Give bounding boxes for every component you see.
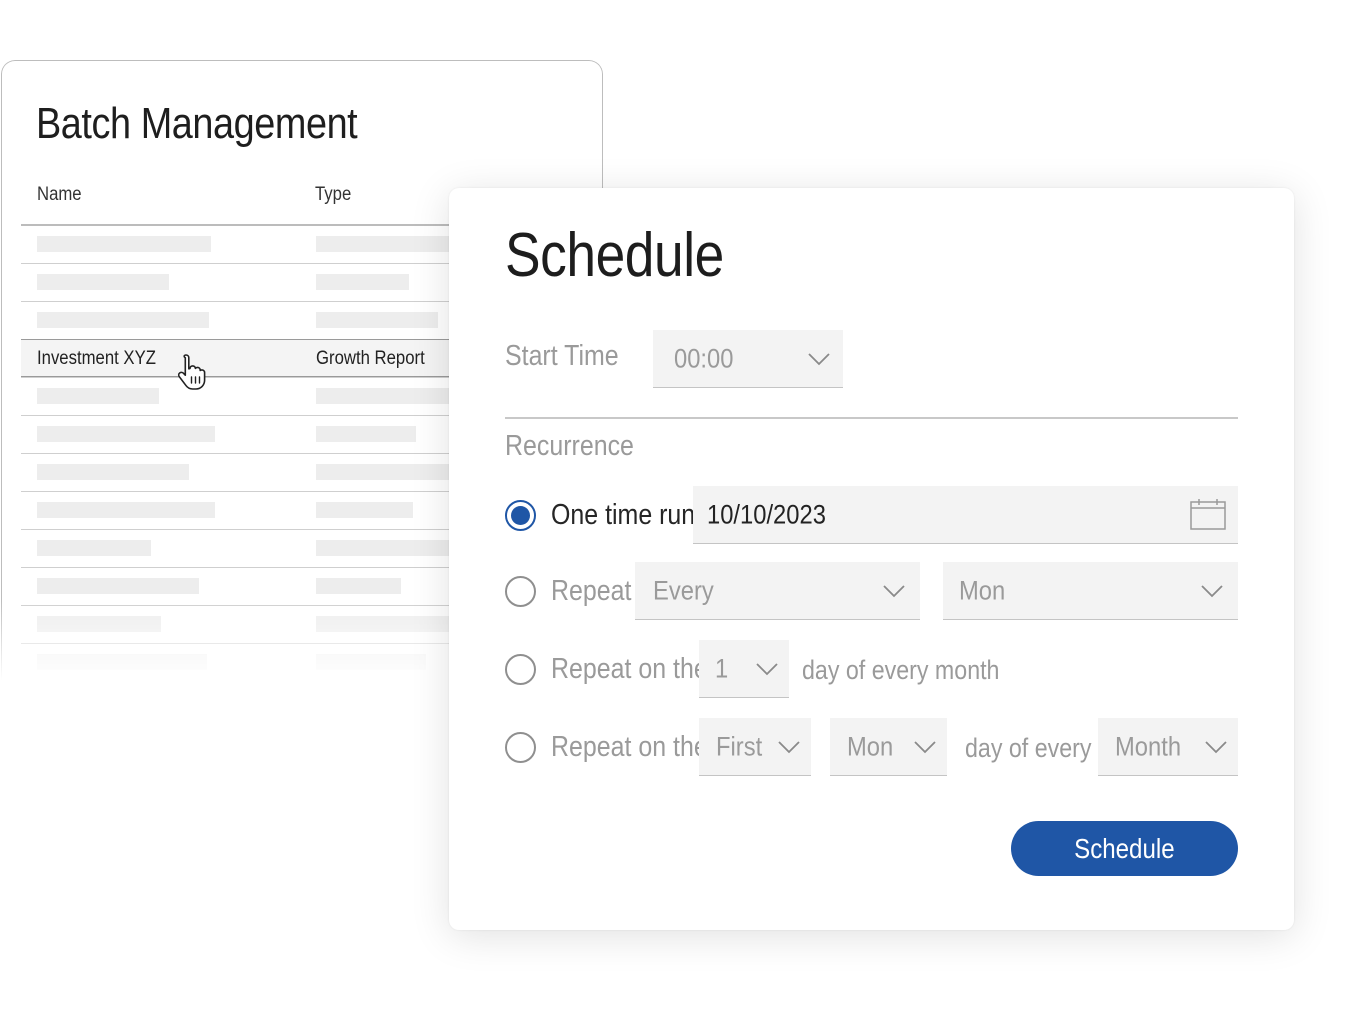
day-of-every-text: day of every — [965, 733, 1092, 763]
one-time-date-value: 10/10/2023 — [707, 499, 826, 529]
placeholder-cell — [37, 502, 215, 518]
repeat-day-of-month-label[interactable]: Repeat on the — [551, 653, 708, 686]
placeholder-cell — [37, 616, 161, 632]
weekday-select[interactable]: Mon — [830, 718, 947, 776]
column-header-type[interactable]: Type — [315, 184, 351, 206]
schedule-button-label: Schedule — [1074, 832, 1175, 864]
placeholder-cell — [316, 312, 438, 328]
repeat-frequency-select[interactable]: Every — [635, 562, 920, 620]
chevron-down-icon — [883, 584, 905, 597]
schedule-title: Schedule — [505, 221, 724, 290]
section-divider — [505, 417, 1238, 419]
repeat-radio[interactable] — [505, 576, 536, 607]
period-value: Month — [1115, 731, 1182, 761]
placeholder-cell — [316, 426, 416, 442]
placeholder-cell — [316, 654, 426, 670]
chevron-down-icon — [808, 352, 830, 365]
repeat-weekday-label[interactable]: Repeat on the — [551, 731, 708, 764]
weekday-value: Mon — [847, 731, 894, 761]
column-header-name[interactable]: Name — [37, 184, 82, 206]
placeholder-cell — [37, 274, 169, 290]
placeholder-cell — [37, 464, 189, 480]
placeholder-cell — [316, 274, 409, 290]
repeat-day-value: Mon — [959, 575, 1006, 605]
placeholder-cell — [37, 312, 209, 328]
repeat-label[interactable]: Repeat — [551, 575, 631, 608]
placeholder-cell — [37, 388, 159, 404]
chevron-down-icon — [1205, 740, 1227, 753]
repeat-weekday-radio[interactable] — [505, 732, 536, 763]
chevron-down-icon — [1201, 584, 1223, 597]
chevron-down-icon — [914, 740, 936, 753]
ordinal-value: First — [716, 731, 763, 761]
batch-management-title: Batch Management — [36, 99, 358, 148]
day-of-every-month-text: day of every month — [802, 655, 1000, 685]
day-of-month-value: 1 — [715, 653, 729, 683]
start-time-value: 00:00 — [674, 343, 734, 373]
one-time-run-radio[interactable] — [505, 500, 536, 531]
placeholder-cell — [37, 578, 199, 594]
repeat-frequency-value: Every — [653, 575, 714, 605]
one-time-date-input[interactable]: 10/10/2023 — [693, 486, 1238, 544]
row-type: Growth Report — [316, 348, 425, 369]
calendar-icon[interactable] — [1190, 498, 1226, 530]
placeholder-cell — [37, 654, 207, 670]
start-time-label: Start Time — [505, 340, 619, 372]
day-of-month-select[interactable]: 1 — [699, 640, 789, 698]
chevron-down-icon — [756, 662, 778, 675]
placeholder-cell — [316, 578, 401, 594]
start-time-select[interactable]: 00:00 — [653, 330, 843, 388]
schedule-button[interactable]: Schedule — [1011, 821, 1238, 876]
row-name: Investment XYZ — [37, 348, 156, 369]
recurrence-label: Recurrence — [505, 430, 634, 462]
period-select[interactable]: Month — [1098, 718, 1238, 776]
placeholder-cell — [37, 236, 211, 252]
schedule-dialog: Schedule Start Time 00:00 Recurrence One… — [449, 188, 1294, 930]
repeat-day-select[interactable]: Mon — [943, 562, 1238, 620]
placeholder-cell — [37, 540, 151, 556]
chevron-down-icon — [778, 740, 800, 753]
one-time-run-label[interactable]: One time run — [551, 499, 695, 532]
placeholder-cell — [37, 426, 215, 442]
ordinal-select[interactable]: First — [699, 718, 811, 776]
repeat-day-of-month-radio[interactable] — [505, 654, 536, 685]
hand-pointer-icon — [177, 354, 206, 390]
placeholder-cell — [316, 502, 413, 518]
